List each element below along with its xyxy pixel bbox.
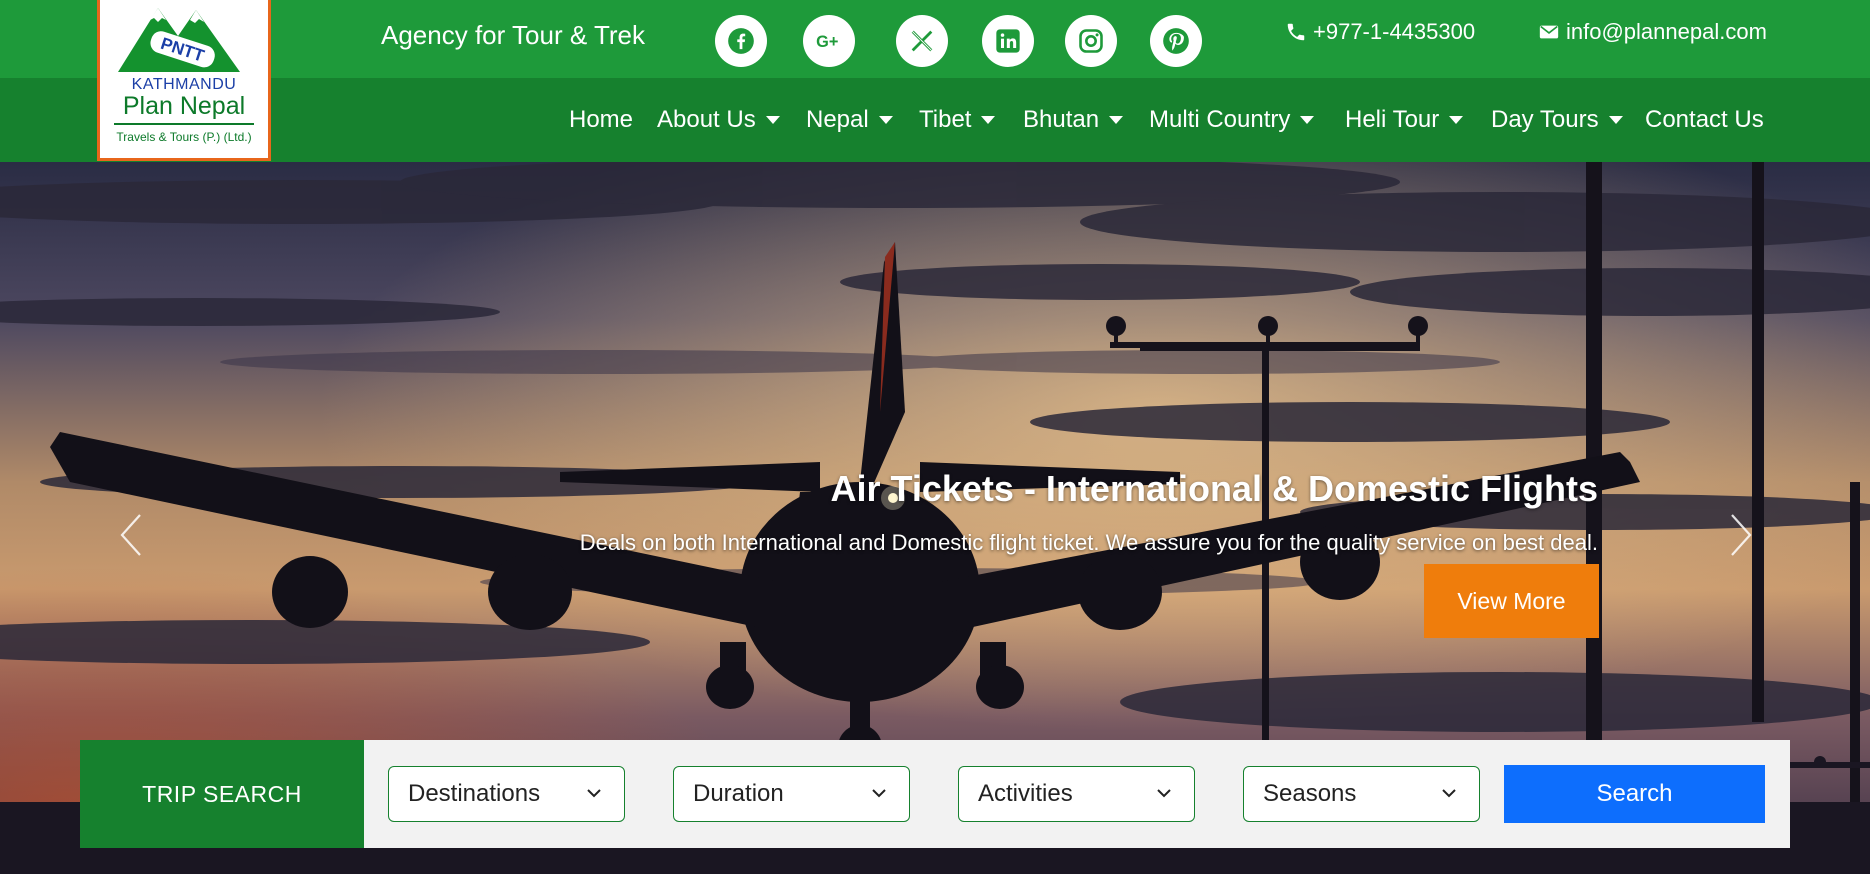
tagline-ticker: Agency for Tour & Trek [381,20,645,50]
chevron-down-icon [1442,789,1456,798]
nav-label: Heli Tour [1345,106,1440,133]
duration-select[interactable]: Duration [673,766,910,822]
chevron-down-icon [1157,789,1171,798]
destinations-select[interactable]: Destinations [388,766,625,822]
caret-down-icon [765,116,780,124]
email-address: info@plannepal.com [1566,19,1767,44]
logo-divider [114,123,254,125]
search-button[interactable]: Search [1504,765,1765,823]
google-plus-icon[interactable]: G+ [803,15,855,67]
email-contact[interactable]: info@plannepal.com [1538,19,1767,45]
caret-down-icon [1109,116,1124,124]
caret-down-icon [1449,116,1464,124]
logo-subtitle: Travels & Tours (P.) (Ltd.) [116,130,252,144]
select-value: Destinations [408,780,541,807]
nav-contact-us[interactable]: Contact Us [1645,106,1764,134]
nav-label: Day Tours [1491,106,1599,133]
phone-icon [1287,23,1305,41]
nav-bhutan[interactable]: Bhutan [1023,106,1124,134]
nav-label: About Us [657,106,756,133]
chevron-down-icon [872,789,886,798]
nav-label: Contact Us [1645,106,1764,133]
trip-search-panel: TRIP SEARCH Destinations Duration Activi… [80,740,1790,848]
x-icon[interactable] [896,15,948,67]
phone-number: +977-1-4435300 [1313,19,1476,44]
trip-search-label: TRIP SEARCH [80,740,364,848]
logo-brand: Plan Nepal [122,92,246,120]
nav-label: Home [569,106,634,133]
slide-title: Air Tickets - International & Domestic F… [830,468,1598,509]
prev-slide-arrow-icon[interactable] [112,505,152,565]
nav-label: Multi Country [1149,106,1291,133]
seasons-select[interactable]: Seasons [1243,766,1480,822]
select-value: Duration [693,780,784,807]
phone-contact[interactable]: +977-1-4435300 [1285,19,1475,45]
mountain-logo-icon: PNTT [118,8,240,72]
view-more-button[interactable]: View More [1424,564,1599,638]
instagram-icon[interactable] [1065,15,1117,67]
chevron-down-icon [587,789,601,798]
top-bar: Agency for Tour & Trek G+ +977-1-4435300… [0,0,1870,78]
envelope-icon [1539,25,1559,39]
nav-tibet[interactable]: Tibet [919,106,996,134]
select-value: Activities [978,780,1073,807]
page: Agency for Tour & Trek G+ +977-1-4435300… [0,0,1870,874]
nav-heli-tour[interactable]: Heli Tour [1345,106,1464,134]
caret-down-icon [878,116,893,124]
nav-home[interactable]: Home [569,106,633,134]
caret-down-icon [1300,116,1315,124]
caret-down-icon [1608,116,1623,124]
nav-day-tours[interactable]: Day Tours [1491,106,1623,134]
activities-select[interactable]: Activities [958,766,1195,822]
nav-about-us[interactable]: About Us [657,106,780,134]
nav-label: Tibet [919,106,972,133]
nav-multi-country[interactable]: Multi Country [1149,106,1315,134]
nav-label: Bhutan [1023,106,1100,133]
nav-label: Nepal [806,106,869,133]
nav-nepal[interactable]: Nepal [806,106,893,134]
pinterest-icon[interactable] [1150,15,1202,67]
slide-description: Deals on both International and Domestic… [579,530,1598,555]
facebook-icon[interactable] [715,15,767,67]
caret-down-icon [981,116,996,124]
site-logo[interactable]: PNTT KATHMANDU Plan Nepal Travels & Tour… [97,0,271,161]
linkedin-icon[interactable] [982,15,1034,67]
select-value: Seasons [1263,780,1357,807]
svg-text:G+: G+ [816,33,838,51]
next-slide-arrow-icon[interactable] [1720,505,1760,565]
